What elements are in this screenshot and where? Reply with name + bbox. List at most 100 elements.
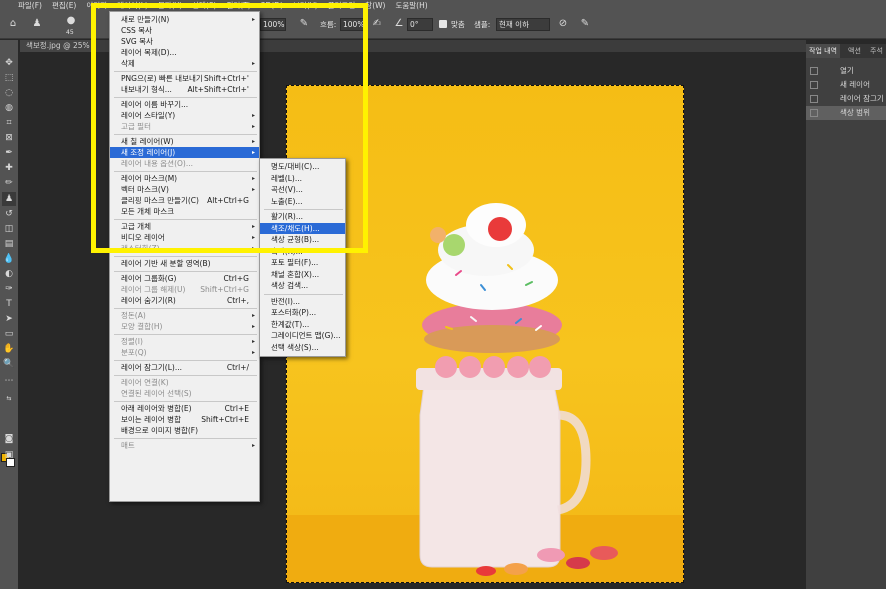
lasso-tool-icon[interactable]: ◌ — [2, 86, 16, 100]
dodge-tool-icon[interactable]: ◐ — [2, 267, 16, 281]
menu-item[interactable]: CSS 복사 — [110, 25, 259, 36]
hand-tool-icon[interactable]: ✋ — [2, 342, 16, 356]
move-tool-icon[interactable]: ✥ — [2, 56, 16, 70]
history-brush-tool-icon[interactable]: ↺ — [2, 207, 16, 221]
menu-item[interactable]: 정렬(I) ▸ — [110, 336, 259, 347]
eraser-tool-icon[interactable]: ◫ — [2, 222, 16, 236]
menu-item[interactable]: 파일(F) — [18, 0, 42, 11]
menu-item[interactable]: 명도/대비(C)... — [260, 161, 345, 172]
menu-item[interactable]: 래스터화(Z) ▸ — [110, 243, 259, 254]
quick-mask-icon[interactable]: ◙ — [2, 432, 16, 446]
angle-field[interactable]: 0° — [407, 18, 433, 31]
crop-tool-icon[interactable]: ⌗ — [2, 116, 16, 130]
history-item-lock-layer[interactable]: 레이어 잠그기 — [806, 92, 886, 106]
menu-item[interactable]: 채널 혼합(X)... — [260, 269, 345, 280]
flow-field[interactable]: 100% — [340, 18, 364, 31]
pressure-opacity-icon[interactable]: ✎ — [297, 17, 311, 31]
menu-item[interactable]: 반전(I)... — [260, 296, 345, 307]
menu-item[interactable]: 3D(D) — [261, 1, 283, 10]
menu-item[interactable]: SVG 복사 — [110, 36, 259, 47]
menu-item[interactable]: 레이어 잠그기(L)... Ctrl+/ — [110, 362, 259, 373]
history-item-color-range[interactable]: 색상 범위 — [806, 106, 886, 120]
history-item-open[interactable]: 열기 — [806, 64, 886, 78]
menu-item[interactable]: PNG으(로) 빠른 내보내기 Shift+Ctrl+' — [110, 73, 259, 84]
blur-tool-icon[interactable]: 💧 — [2, 252, 16, 266]
menu-item[interactable]: 레이어 복제(D)... — [110, 47, 259, 58]
menu-item[interactable]: 레이어 스타일(Y) ▸ — [110, 110, 259, 121]
menu-item[interactable]: 새로 만들기(N) ▸ — [110, 14, 259, 25]
menu-item[interactable]: 문자(Y) — [158, 0, 182, 11]
quick-select-tool-icon[interactable]: ◍ — [2, 101, 16, 115]
menu-item[interactable]: 레이어 연결(K) — [110, 377, 259, 388]
menu-item[interactable]: 정돈(A) ▸ — [110, 310, 259, 321]
menu-item[interactable]: 도움말(H) — [395, 0, 427, 11]
menu-item[interactable]: 새 조정 레이어(J) ▸ — [110, 147, 259, 158]
opacity-field[interactable]: 100% — [260, 18, 286, 31]
history-source-box[interactable] — [810, 95, 818, 103]
menu-item[interactable]: 레벨(L)... — [260, 173, 345, 184]
home-icon[interactable]: ⌂ — [6, 17, 20, 31]
menu-item[interactable]: 아래 레이어와 병합(E) Ctrl+E — [110, 403, 259, 414]
menu-item[interactable]: 고급 필터 ▸ — [110, 121, 259, 132]
menu-item[interactable]: 플러그인 — [328, 0, 356, 11]
menu-item[interactable]: 배경으로 이미지 병합(F) — [110, 425, 259, 436]
menu-item[interactable]: 곡선(V)... — [260, 184, 345, 195]
menu-item[interactable]: 삭제 ▸ — [110, 58, 259, 69]
airbrush-icon[interactable]: ✍ — [370, 17, 384, 31]
menu-item[interactable]: 선택 색상(S)... — [260, 342, 345, 353]
history-source-box[interactable] — [810, 109, 818, 117]
menu-item[interactable]: 선택(S) — [192, 0, 216, 11]
frame-tool-icon[interactable]: ⊠ — [2, 131, 16, 145]
healing-tool-icon[interactable]: ✚ — [2, 161, 16, 175]
document-tab[interactable]: 색보정.jpg @ 25% — [20, 40, 96, 52]
menu-item[interactable]: 내보내기 형식... Alt+Shift+Ctrl+' — [110, 84, 259, 95]
menu-item[interactable]: 모든 개체 마스크 — [110, 206, 259, 217]
menu-item[interactable]: 흑백(K)... — [260, 246, 345, 257]
menu-item[interactable]: 레이어(L) — [117, 0, 148, 11]
aligned-checkbox[interactable] — [439, 20, 447, 28]
menu-item[interactable]: 색조/채도(H)... — [260, 222, 345, 234]
menu-item[interactable]: 포스터화(P)... — [260, 307, 345, 318]
tab-notes[interactable]: 주석 — [867, 44, 886, 58]
menu-item[interactable]: 모양 결합(H) ▸ — [110, 321, 259, 332]
menu-item[interactable]: 그레이디언트 맵(G)... — [260, 330, 345, 341]
menu-item[interactable]: 매트 ▸ — [110, 440, 259, 451]
pen-tool-icon[interactable]: ✑ — [2, 282, 16, 296]
brush-tool-icon[interactable]: ✏ — [2, 176, 16, 190]
clone-stamp-tool-icon[interactable]: ♟ — [30, 17, 44, 31]
ignore-adjustment-icon[interactable]: ⊘ — [556, 17, 570, 31]
menu-item[interactable]: 보이는 레이어 병합 Shift+Ctrl+E — [110, 414, 259, 425]
gradient-tool-icon[interactable]: ▤ — [2, 237, 16, 251]
menu-item[interactable]: 필터(T) — [226, 0, 250, 11]
menu-item[interactable]: 레이어 이름 바꾸기... — [110, 99, 259, 110]
menu-item[interactable]: 레이어 그룹 해제(U) Shift+Ctrl+G — [110, 284, 259, 295]
menu-item[interactable]: 비디오 레이어 ▸ — [110, 232, 259, 243]
sample-select[interactable]: 현재 이하 — [496, 18, 550, 31]
type-tool-icon[interactable]: T — [2, 297, 16, 311]
menu-item[interactable]: 고급 개체 ▸ — [110, 221, 259, 232]
clone-stamp-tool-icon[interactable]: ♟ — [2, 192, 16, 206]
screen-mode-icon[interactable]: ▣ — [2, 448, 16, 462]
menu-item[interactable]: 이미지 — [86, 0, 107, 11]
menu-item[interactable]: 연결된 레이어 선택(S) — [110, 388, 259, 399]
menu-item[interactable]: 벡터 마스크(V) ▸ — [110, 184, 259, 195]
tab-history[interactable]: 작업 내역 — [806, 44, 840, 58]
menu-item[interactable]: 클리핑 마스크 만들기(C) Alt+Ctrl+G — [110, 195, 259, 206]
menu-item[interactable]: 레이어 그룹화(G) Ctrl+G — [110, 273, 259, 284]
menu-item[interactable]: 활기(R)... — [260, 211, 345, 222]
history-item-new-layer[interactable]: 새 레이어 — [806, 78, 886, 92]
path-select-tool-icon[interactable]: ➤ — [2, 312, 16, 326]
menu-item[interactable]: 한계값(T)... — [260, 319, 345, 330]
menu-item[interactable]: 새 칠 레이어(W) ▸ — [110, 136, 259, 147]
menu-item[interactable]: 레이어 기반 새 분할 영역(B) — [110, 258, 259, 269]
tab-actions[interactable]: 액션 — [845, 44, 864, 58]
swap-colors-icon[interactable]: ⇆ — [2, 392, 16, 406]
menu-item[interactable]: 편집(E) — [52, 0, 76, 11]
menu-item[interactable]: 포토 필터(F)... — [260, 257, 345, 268]
zoom-tool-icon[interactable]: 🔍 — [2, 357, 16, 371]
menu-item[interactable]: 창(W) — [365, 0, 385, 11]
menu-item[interactable]: 색상 검색... — [260, 280, 345, 291]
shape-tool-icon[interactable]: ▭ — [2, 327, 16, 341]
menu-item[interactable]: 노출(E)... — [260, 196, 345, 207]
history-source-box[interactable] — [810, 81, 818, 89]
